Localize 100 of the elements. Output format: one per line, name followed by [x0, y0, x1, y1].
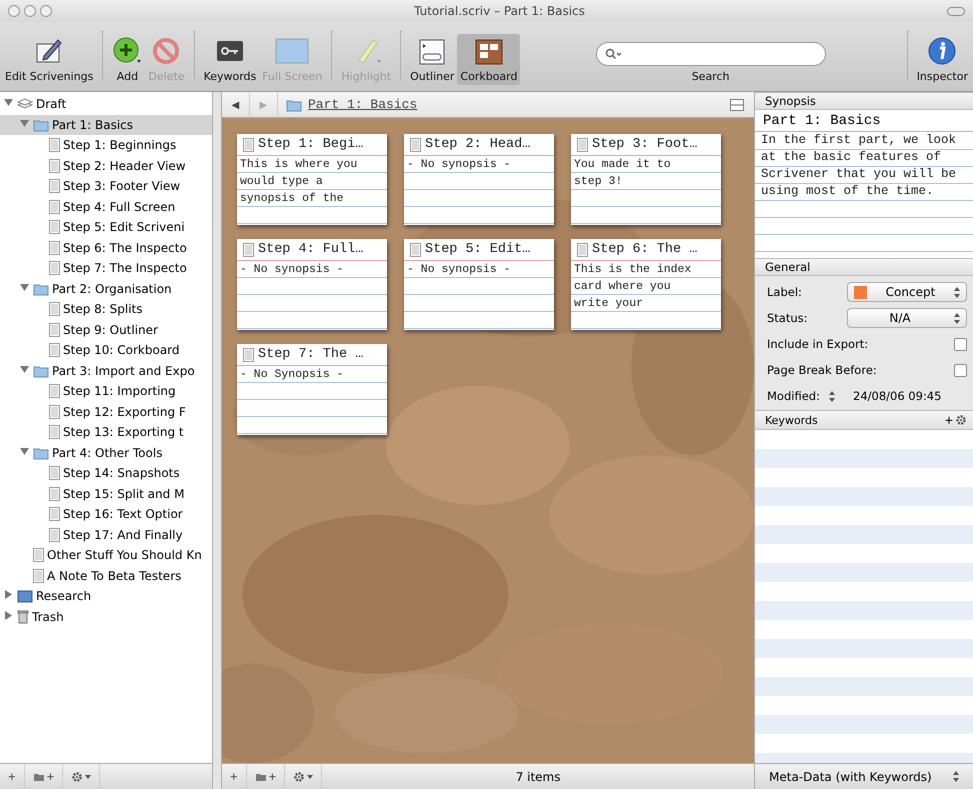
popup-arrows-icon — [954, 286, 960, 298]
collapse-arrow-icon[interactable] — [20, 446, 29, 456]
document-icon — [33, 568, 44, 583]
synopsis-line: at the basic features of — [760, 149, 942, 166]
binder-item[interactable]: Step 4: Full Screen — [0, 196, 212, 217]
folder-icon — [33, 282, 49, 296]
zoom-button[interactable] — [40, 5, 52, 17]
binder-item[interactable]: Step 11: Importing — [0, 381, 212, 402]
index-card[interactable]: Step 2: Head… - No synopsis - — [404, 134, 554, 225]
binder-item[interactable]: Step 13: Exporting t — [0, 422, 212, 442]
checkbox-label: Page Break Before: — [767, 363, 877, 377]
window-title: Tutorial.scriv – Part 1: Basics — [413, 4, 586, 18]
binder-item[interactable]: Step 10: Corkboard — [0, 340, 212, 360]
document-icon — [49, 425, 60, 440]
stack-icon — [17, 98, 33, 110]
document-icon — [49, 220, 60, 234]
document-icon — [49, 179, 60, 194]
minimize-button[interactable] — [24, 5, 36, 17]
binder-item[interactable]: Step 8: Splits — [0, 299, 212, 320]
document-icon — [49, 302, 60, 316]
binder-item[interactable]: Step 5: Edit Scriveni — [0, 217, 212, 238]
binder-item[interactable]: Step 14: Snapshots — [0, 463, 212, 484]
index-card[interactable]: Step 3: Foot… You made it to step 3! — [571, 134, 721, 225]
card-title: Step 6: The … — [592, 242, 698, 257]
checkbox[interactable] — [954, 338, 967, 350]
binder-item[interactable]: Draft — [0, 94, 212, 114]
binder-item[interactable]: Step 6: The Inspecto — [0, 238, 212, 258]
add-keyword-button[interactable]: + — [942, 412, 955, 428]
folder-icon — [33, 446, 49, 460]
binder-item[interactable]: Step 15: Split and M — [0, 484, 212, 504]
search-icon — [604, 48, 621, 60]
toolbar-toggle-button[interactable] — [947, 6, 965, 16]
binder-item[interactable]: Step 12: Exporting F — [0, 402, 212, 422]
binder-item[interactable]: Part 1: Basics — [0, 114, 212, 135]
status-popup[interactable]: N/A — [847, 308, 967, 328]
search-field[interactable] — [596, 42, 826, 66]
close-button[interactable] — [8, 5, 20, 17]
index-card[interactable]: Step 7: The … - No Synopsis - — [237, 344, 387, 435]
outliner-toolbar-button[interactable]: Outliner — [407, 34, 458, 85]
document-icon — [410, 138, 421, 152]
document-icon — [49, 261, 60, 276]
binder-item[interactable]: Step 2: Header View — [0, 156, 212, 176]
binder-item[interactable]: Other Stuff You Should Kn — [0, 545, 212, 566]
binder-item[interactable]: Step 16: Text Optior — [0, 504, 212, 524]
corkboard-icon — [474, 38, 504, 66]
keywords-toolbar-button[interactable]: Keywords — [200, 32, 260, 85]
add-button[interactable]: + — [222, 764, 247, 789]
collapse-arrow-icon[interactable] — [20, 364, 29, 374]
binder-item[interactable]: Step 1: Beginnings — [0, 135, 212, 156]
expand-arrow-icon[interactable] — [4, 610, 13, 620]
binder-item[interactable]: Trash — [0, 606, 212, 627]
info-icon — [927, 36, 958, 66]
card-synopsis-line: - No synopsis - — [406, 157, 512, 173]
popup-arrows-icon — [954, 312, 960, 324]
search-toolbar-button[interactable]: Search — [520, 38, 901, 85]
card-synopsis-line: This is where you — [239, 157, 358, 173]
document-icon — [49, 528, 60, 542]
card-title: Step 2: Head… — [425, 137, 530, 152]
edit-toolbar-button[interactable]: Edit Scrivenings — [2, 32, 96, 85]
corkboard-toolbar-button[interactable]: Corkboard — [457, 34, 520, 85]
binder-item[interactable]: Part 3: Import and Expo — [0, 360, 212, 381]
index-card[interactable]: Step 4: Full… - No synopsis - — [237, 239, 387, 330]
synopsis-line: In the first part, we look — [760, 132, 958, 149]
collapse-arrow-icon[interactable] — [20, 282, 29, 292]
label-popup[interactable]: Concept — [847, 282, 967, 302]
checkbox[interactable] — [954, 364, 967, 376]
inspector-toolbar-button[interactable]: Inspector — [914, 32, 971, 85]
expand-arrow-icon[interactable] — [4, 590, 13, 600]
binder-item[interactable]: Step 17: And Finally — [0, 524, 212, 545]
binder-item[interactable]: Step 7: The Inspecto — [0, 258, 212, 278]
add-folder-button[interactable]: + — [24, 764, 64, 789]
index-card[interactable]: Step 1: Begi… This is where you would type a synopsis of the — [237, 134, 387, 225]
collapse-arrow-icon[interactable] — [4, 98, 13, 108]
index-card[interactable]: Step 6: The … This is the index card where you write your — [571, 239, 721, 330]
card-title: Step 1: Begi… — [258, 137, 364, 152]
index-card[interactable]: Step 5: Edit… - No synopsis - — [404, 239, 554, 330]
item-count: 7 items — [514, 770, 562, 784]
binder-item[interactable]: Part 4: Other Tools — [0, 442, 212, 463]
binder-item[interactable]: Step 9: Outliner — [0, 320, 212, 340]
section-header: Synopsis — [755, 92, 973, 110]
screen-icon — [275, 36, 310, 66]
add-folder-button[interactable]: + — [246, 764, 286, 789]
stepper-icon — [829, 390, 835, 402]
card-title: Step 4: Full… — [258, 242, 364, 257]
document-icon — [49, 384, 60, 398]
binder-item[interactable]: Research — [0, 586, 212, 606]
document-icon — [49, 466, 60, 480]
document-icon — [577, 242, 588, 256]
gear-icon — [293, 770, 306, 782]
split-view-icon[interactable] — [730, 98, 744, 110]
document-icon — [49, 507, 60, 522]
binder-item[interactable]: Part 2: Organisation — [0, 278, 212, 299]
document-icon — [243, 348, 254, 362]
collapse-arrow-icon[interactable] — [20, 118, 29, 128]
add-toolbar-button[interactable]: Add — [109, 32, 146, 85]
folder-icon — [286, 98, 302, 112]
folder-icon — [32, 772, 45, 782]
add-button[interactable]: + — [0, 764, 25, 789]
binder-item[interactable]: Step 3: Footer View — [0, 176, 212, 196]
binder-item[interactable]: A Note To Beta Testers — [0, 566, 212, 586]
